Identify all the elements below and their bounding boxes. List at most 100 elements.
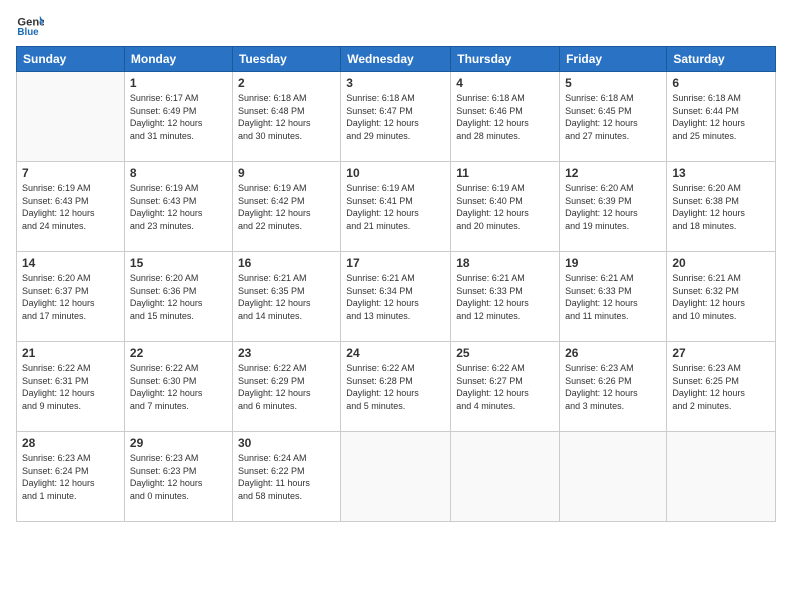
calendar-cell: 1 Sunrise: 6:17 AM Sunset: 6:49 PM Daylig… [124, 72, 232, 162]
day-number: 2 [238, 76, 335, 90]
calendar-dow-tuesday: Tuesday [232, 47, 340, 72]
day-info: Sunrise: 6:21 AM Sunset: 6:34 PM Dayligh… [346, 272, 445, 322]
calendar-week-4: 21 Sunrise: 6:22 AM Sunset: 6:31 PM Dayli… [17, 342, 776, 432]
day-number: 17 [346, 256, 445, 270]
day-number: 18 [456, 256, 554, 270]
day-number: 15 [130, 256, 227, 270]
day-number: 28 [22, 436, 119, 450]
day-number: 1 [130, 76, 227, 90]
calendar-cell [667, 432, 776, 522]
day-number: 3 [346, 76, 445, 90]
day-info: Sunrise: 6:20 AM Sunset: 6:38 PM Dayligh… [672, 182, 770, 232]
day-info: Sunrise: 6:21 AM Sunset: 6:35 PM Dayligh… [238, 272, 335, 322]
day-number: 24 [346, 346, 445, 360]
calendar-cell: 7 Sunrise: 6:19 AM Sunset: 6:43 PM Daylig… [17, 162, 125, 252]
svg-text:Blue: Blue [17, 27, 39, 38]
day-number: 29 [130, 436, 227, 450]
day-number: 11 [456, 166, 554, 180]
calendar-table: SundayMondayTuesdayWednesdayThursdayFrid… [16, 46, 776, 522]
calendar-cell: 22Sunrise: 6:22 AM Sunset: 6:30 PM Dayli… [124, 342, 232, 432]
day-number: 30 [238, 436, 335, 450]
day-number: 26 [565, 346, 661, 360]
day-info: Sunrise: 6:22 AM Sunset: 6:31 PM Dayligh… [22, 362, 119, 412]
calendar-week-5: 28 Sunrise: 6:23 AM Sunset: 6:24 PM Dayli… [17, 432, 776, 522]
day-number: 8 [130, 166, 227, 180]
calendar-header-row: SundayMondayTuesdayWednesdayThursdayFrid… [17, 47, 776, 72]
day-info: Sunrise: 6:23 AM Sunset: 6:23 PM Dayligh… [130, 452, 227, 502]
day-info: Sunrise: 6:20 AM Sunset: 6:36 PM Dayligh… [130, 272, 227, 322]
calendar-cell: 20 Sunrise: 6:21 AM Sunset: 6:32 PM Dayli… [667, 252, 776, 342]
day-info: Sunrise: 6:22 AM Sunset: 6:28 PM Dayligh… [346, 362, 445, 412]
calendar-cell [451, 432, 560, 522]
day-number: 25 [456, 346, 554, 360]
day-number: 4 [456, 76, 554, 90]
day-info: Sunrise: 6:23 AM Sunset: 6:26 PM Dayligh… [565, 362, 661, 412]
calendar-cell: 19 Sunrise: 6:21 AM Sunset: 6:33 PM Dayli… [560, 252, 667, 342]
day-info: Sunrise: 6:18 AM Sunset: 6:46 PM Dayligh… [456, 92, 554, 142]
day-info: Sunrise: 6:19 AM Sunset: 6:43 PM Dayligh… [130, 182, 227, 232]
calendar-cell: 2 Sunrise: 6:18 AM Sunset: 6:48 PM Daylig… [232, 72, 340, 162]
calendar-cell: 28 Sunrise: 6:23 AM Sunset: 6:24 PM Dayli… [17, 432, 125, 522]
day-info: Sunrise: 6:22 AM Sunset: 6:29 PM Dayligh… [238, 362, 335, 412]
calendar-cell: 18 Sunrise: 6:21 AM Sunset: 6:33 PM Dayli… [451, 252, 560, 342]
calendar-cell: 12 Sunrise: 6:20 AM Sunset: 6:39 PM Dayli… [560, 162, 667, 252]
day-number: 23 [238, 346, 335, 360]
calendar-week-2: 7 Sunrise: 6:19 AM Sunset: 6:43 PM Daylig… [17, 162, 776, 252]
calendar-cell: 24 Sunrise: 6:22 AM Sunset: 6:28 PM Dayli… [341, 342, 451, 432]
calendar-dow-sunday: Sunday [17, 47, 125, 72]
day-info: Sunrise: 6:22 AM Sunset: 6:27 PM Dayligh… [456, 362, 554, 412]
calendar-cell: 8 Sunrise: 6:19 AM Sunset: 6:43 PM Daylig… [124, 162, 232, 252]
day-info: Sunrise: 6:18 AM Sunset: 6:44 PM Dayligh… [672, 92, 770, 142]
day-info: Sunrise: 6:23 AM Sunset: 6:24 PM Dayligh… [22, 452, 119, 502]
day-number: 14 [22, 256, 119, 270]
day-number: 12 [565, 166, 661, 180]
calendar-dow-thursday: Thursday [451, 47, 560, 72]
day-info: Sunrise: 6:19 AM Sunset: 6:42 PM Dayligh… [238, 182, 335, 232]
calendar-cell: 6 Sunrise: 6:18 AM Sunset: 6:44 PM Daylig… [667, 72, 776, 162]
day-info: Sunrise: 6:21 AM Sunset: 6:33 PM Dayligh… [456, 272, 554, 322]
calendar-cell: 10Sunrise: 6:19 AM Sunset: 6:41 PM Dayli… [341, 162, 451, 252]
page-header: General Blue [16, 10, 776, 38]
day-info: Sunrise: 6:18 AM Sunset: 6:47 PM Dayligh… [346, 92, 445, 142]
logo: General Blue [16, 10, 48, 38]
day-info: Sunrise: 6:20 AM Sunset: 6:39 PM Dayligh… [565, 182, 661, 232]
day-info: Sunrise: 6:19 AM Sunset: 6:43 PM Dayligh… [22, 182, 119, 232]
day-number: 7 [22, 166, 119, 180]
day-info: Sunrise: 6:21 AM Sunset: 6:32 PM Dayligh… [672, 272, 770, 322]
day-number: 5 [565, 76, 661, 90]
calendar-cell: 15 Sunrise: 6:20 AM Sunset: 6:36 PM Dayli… [124, 252, 232, 342]
day-number: 19 [565, 256, 661, 270]
calendar-cell [341, 432, 451, 522]
calendar-cell: 29 Sunrise: 6:23 AM Sunset: 6:23 PM Dayli… [124, 432, 232, 522]
calendar-dow-friday: Friday [560, 47, 667, 72]
day-number: 21 [22, 346, 119, 360]
calendar-week-1: 1 Sunrise: 6:17 AM Sunset: 6:49 PM Daylig… [17, 72, 776, 162]
day-info: Sunrise: 6:23 AM Sunset: 6:25 PM Dayligh… [672, 362, 770, 412]
day-info: Sunrise: 6:20 AM Sunset: 6:37 PM Dayligh… [22, 272, 119, 322]
calendar-cell: 30 Sunrise: 6:24 AM Sunset: 6:22 PM Dayli… [232, 432, 340, 522]
calendar-cell: 11Sunrise: 6:19 AM Sunset: 6:40 PM Dayli… [451, 162, 560, 252]
calendar-cell: 9 Sunrise: 6:19 AM Sunset: 6:42 PM Daylig… [232, 162, 340, 252]
calendar-cell: 16 Sunrise: 6:21 AM Sunset: 6:35 PM Dayli… [232, 252, 340, 342]
calendar-dow-wednesday: Wednesday [341, 47, 451, 72]
day-info: Sunrise: 6:17 AM Sunset: 6:49 PM Dayligh… [130, 92, 227, 142]
calendar-cell: 13 Sunrise: 6:20 AM Sunset: 6:38 PM Dayli… [667, 162, 776, 252]
day-number: 16 [238, 256, 335, 270]
calendar-cell: 23 Sunrise: 6:22 AM Sunset: 6:29 PM Dayli… [232, 342, 340, 432]
day-info: Sunrise: 6:18 AM Sunset: 6:48 PM Dayligh… [238, 92, 335, 142]
calendar-cell: 27Sunrise: 6:23 AM Sunset: 6:25 PM Dayli… [667, 342, 776, 432]
day-number: 6 [672, 76, 770, 90]
day-number: 13 [672, 166, 770, 180]
calendar-cell: 25 Sunrise: 6:22 AM Sunset: 6:27 PM Dayli… [451, 342, 560, 432]
day-info: Sunrise: 6:18 AM Sunset: 6:45 PM Dayligh… [565, 92, 661, 142]
calendar-cell: 5 Sunrise: 6:18 AM Sunset: 6:45 PM Daylig… [560, 72, 667, 162]
calendar-cell: 17 Sunrise: 6:21 AM Sunset: 6:34 PM Dayli… [341, 252, 451, 342]
calendar-cell: 21 Sunrise: 6:22 AM Sunset: 6:31 PM Dayli… [17, 342, 125, 432]
day-info: Sunrise: 6:24 AM Sunset: 6:22 PM Dayligh… [238, 452, 335, 502]
calendar-dow-saturday: Saturday [667, 47, 776, 72]
day-info: Sunrise: 6:19 AM Sunset: 6:41 PM Dayligh… [346, 182, 445, 232]
day-number: 9 [238, 166, 335, 180]
day-number: 20 [672, 256, 770, 270]
day-info: Sunrise: 6:21 AM Sunset: 6:33 PM Dayligh… [565, 272, 661, 322]
calendar-cell: 3 Sunrise: 6:18 AM Sunset: 6:47 PM Daylig… [341, 72, 451, 162]
